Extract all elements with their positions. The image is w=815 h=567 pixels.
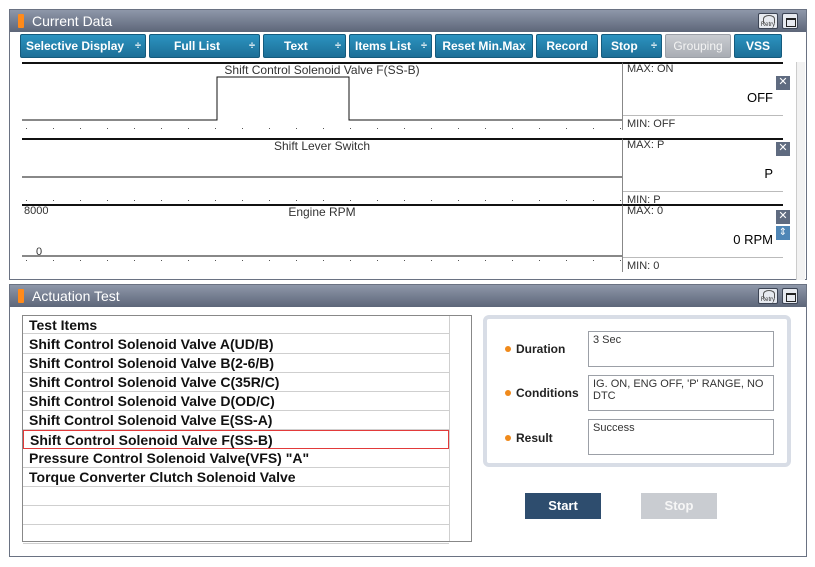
current-value: OFF (747, 90, 773, 105)
actuation-test-title: Actuation Test (32, 288, 120, 304)
title-marker-icon (18, 289, 24, 303)
test-items-list: Test Items Shift Control Solenoid Valve … (22, 315, 472, 544)
list-item[interactable]: Shift Control Solenoid Valve C(35R/C) (23, 373, 449, 392)
result-label: Result (505, 431, 553, 445)
graph-shift-lever: Shift Lever Switch (22, 138, 622, 206)
retry-button[interactable]: Retry (758, 13, 778, 29)
bullet-icon (505, 346, 511, 352)
retry-button[interactable]: Retry (758, 288, 778, 304)
tick-marks (26, 128, 621, 129)
current-data-title: Current Data (32, 13, 113, 29)
tick-marks (26, 200, 621, 201)
stop-dropdown-label: Stop (611, 39, 638, 53)
current-value: 0 RPM (733, 232, 773, 247)
test-details-panel: Duration 3 Sec Conditions IG. ON, ENG OF… (483, 315, 791, 467)
graph-solenoid-f: Shift Control Solenoid Valve F(SS-B) (22, 62, 622, 130)
max-value: MAX: P (627, 139, 665, 151)
divider (623, 115, 783, 116)
list-item[interactable]: Pressure Control Solenoid Valve(VFS) "A" (23, 449, 449, 468)
graph-info-shift-lever: MAX: P P MIN: P (622, 138, 783, 206)
retry-icon (763, 15, 775, 23)
actuation-test-titlebar: Actuation Test Retry (10, 285, 806, 307)
duration-label: Duration (505, 342, 565, 356)
list-item[interactable] (23, 506, 449, 525)
reset-min-max-button[interactable]: Reset Min.Max (435, 34, 533, 58)
conditions-field: IG. ON, ENG OFF, 'P' RANGE, NO DTC (588, 375, 774, 411)
title-marker-icon (18, 14, 24, 28)
current-data-panel: Current Data Retry Selective Display ÷ F… (9, 9, 807, 280)
spin-icon: ÷ (334, 40, 341, 52)
result-field: Success (588, 419, 774, 455)
list-item[interactable] (23, 487, 449, 506)
scroll-arrows-icon[interactable]: ⇕ (776, 226, 790, 240)
text-button[interactable]: Text ÷ (263, 34, 346, 58)
list-scrollbar[interactable] (449, 316, 450, 541)
spin-icon: ÷ (650, 40, 657, 52)
selective-display-button[interactable]: Selective Display ÷ (20, 34, 146, 58)
full-list-button[interactable]: Full List ÷ (149, 34, 260, 58)
conditions-label: Conditions (505, 386, 579, 400)
graph-info-solenoid-f: MAX: ON OFF MIN: OFF (622, 62, 783, 130)
graph-trace (22, 176, 622, 201)
spin-icon: ÷ (420, 40, 427, 52)
text-button-label: Text (284, 39, 308, 53)
list-item[interactable]: Shift Control Solenoid Valve A(UD/B) (23, 335, 449, 354)
close-graph-button[interactable]: ✕ (776, 210, 790, 224)
record-button[interactable]: Record (536, 34, 598, 58)
bullet-icon (505, 390, 511, 396)
maximize-icon (786, 293, 796, 302)
actuation-test-panel: Actuation Test Retry Test Items Shift Co… (9, 284, 807, 557)
spin-icon: ÷ (134, 40, 141, 52)
bullet-icon (505, 435, 511, 441)
list-item[interactable]: Torque Converter Clutch Solenoid Valve (23, 468, 449, 487)
divider (623, 191, 783, 192)
stop-dropdown-button[interactable]: Stop ÷ (601, 34, 662, 58)
list-item[interactable] (23, 525, 449, 544)
divider (623, 257, 783, 258)
items-list-button[interactable]: Items List ÷ (349, 34, 432, 58)
items-list-label: Items List (355, 39, 412, 53)
vss-button[interactable]: VSS (734, 34, 782, 58)
graph-trace (22, 255, 622, 261)
maximize-button[interactable] (782, 13, 798, 29)
min-value: MIN: 0 (627, 260, 660, 272)
duration-field: 3 Sec (588, 331, 774, 367)
maximize-icon (786, 18, 796, 27)
current-value: P (764, 166, 773, 181)
list-header: Test Items (23, 316, 449, 334)
start-button[interactable]: Start (525, 493, 601, 519)
max-value: MAX: ON (627, 63, 674, 75)
list-item[interactable]: Shift Control Solenoid Valve D(OD/C) (23, 392, 449, 411)
graph-trace (22, 76, 622, 129)
min-value: MIN: OFF (627, 118, 676, 130)
graph-area: Shift Control Solenoid Valve F(SS-B) MAX… (10, 62, 796, 280)
graph-engine-rpm: Engine RPM 8000 0 (22, 204, 622, 272)
current-data-titlebar: Current Data Retry (10, 10, 806, 32)
list-item[interactable]: Shift Control Solenoid Valve B(2-6/B) (23, 354, 449, 373)
retry-icon (763, 290, 775, 298)
tick-marks (26, 260, 621, 261)
spin-icon: ÷ (248, 40, 255, 52)
graph-scrollbar[interactable] (796, 62, 805, 280)
maximize-button[interactable] (782, 288, 798, 304)
grouping-button[interactable]: Grouping (665, 34, 731, 58)
close-graph-button[interactable]: ✕ (776, 76, 790, 90)
graph-info-engine-rpm: MAX: 0 0 RPM MIN: 0 (622, 204, 783, 272)
stop-button[interactable]: Stop (641, 493, 717, 519)
list-item-selected[interactable]: Shift Control Solenoid Valve F(SS-B) (23, 430, 449, 449)
max-value: MAX: 0 (627, 205, 664, 217)
selective-display-label: Selective Display (26, 39, 125, 53)
list-item[interactable]: Shift Control Solenoid Valve E(SS-A) (23, 411, 449, 430)
close-graph-button[interactable]: ✕ (776, 142, 790, 156)
full-list-label: Full List (174, 39, 220, 53)
